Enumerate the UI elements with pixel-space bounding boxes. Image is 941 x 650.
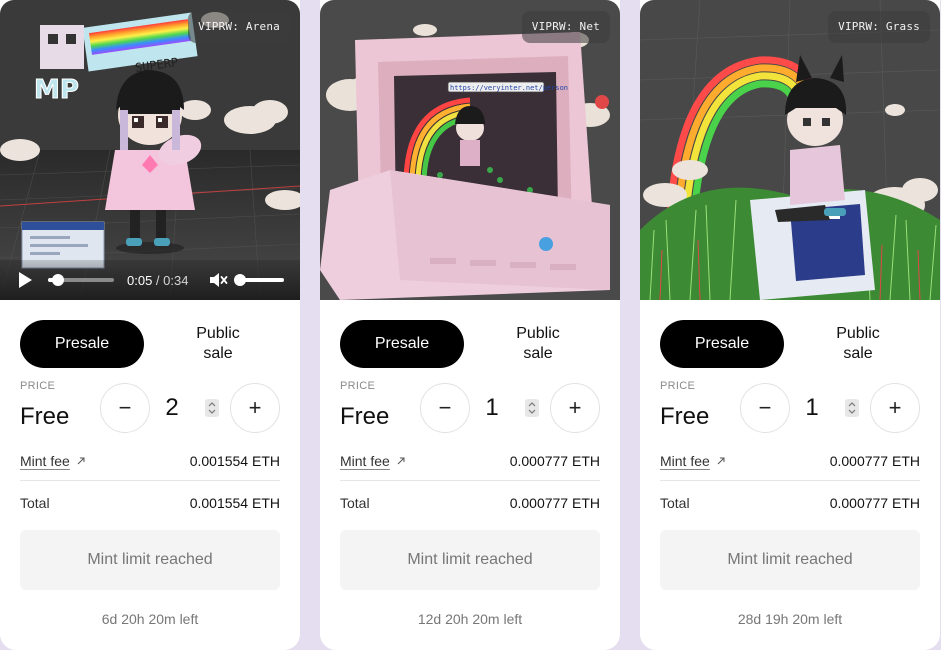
time-remaining: 6d 20h 20m left [101,611,199,627]
video-time: 0:05 / 0:34 [127,273,188,288]
video-duration: 0:34 [163,273,189,288]
scene-text-mp: MP [34,75,79,105]
sale-tabs: Presale Public sale [340,320,600,368]
arena-video-player[interactable]: SUPERP MP VIPRW: Arena 0:05 / 0:34 [0,0,300,300]
net-artwork-frame: https://veryinter.net/person VIPRW: Net [320,0,620,300]
play-icon[interactable] [16,271,34,289]
total-label: Total [660,495,690,511]
total-value: 0.000777 ETH [829,495,920,511]
mint-button[interactable]: Mint limit reached [660,530,920,590]
nft-card-net: https://veryinter.net/person VIPRW: Net … [320,0,620,650]
tab-public-sale-label: Public sale [196,325,240,362]
arena-artwork: SUPERP MP [0,0,300,300]
divider [660,480,920,481]
quantity-increase-button[interactable]: + [550,383,600,433]
net-artwork: https://veryinter.net/person [320,0,620,300]
sale-tabs: Presale Public sale [20,320,280,368]
external-link-arrow-icon [77,457,85,465]
mint-fee-value: 0.000777 ETH [829,453,920,469]
tab-presale[interactable]: Presale [660,320,784,368]
external-link-arrow-icon [397,457,405,465]
minus-icon: − [438,395,452,420]
volume-thumb[interactable] [234,274,246,286]
nft-card-grass: VIPRW: Grass Presale Public sale PRICE F… [640,0,940,650]
mint-fee-value: 0.000777 ETH [509,453,600,469]
price-label: PRICE [20,380,56,392]
external-link-arrow-icon [717,457,725,465]
plus-icon: + [888,395,902,420]
scene-url-text: https://veryinter.net/person [450,84,568,92]
quantity-input[interactable] [795,392,835,424]
total-value: 0.000777 ETH [509,495,600,511]
mint-fee-link[interactable]: Mint fee [340,453,390,469]
scene-badge: VIPRW: Net [521,11,610,43]
plus-icon: + [568,395,582,420]
price-value: Free [340,403,390,430]
tab-presale[interactable]: Presale [20,320,144,368]
price-value: Free [20,403,70,430]
grass-artwork-frame: VIPRW: Grass [640,0,940,300]
quantity-decrease-button[interactable]: − [100,383,150,433]
video-seek-bar[interactable] [48,274,114,286]
video-time-separator: / [152,273,164,288]
tab-public-sale[interactable]: Public sale [476,320,600,368]
price-label: PRICE [660,380,696,392]
divider [20,480,280,481]
quantity-input[interactable] [155,392,195,424]
tab-public-sale[interactable]: Public sale [796,320,920,368]
tab-public-sale[interactable]: Public sale [156,320,280,368]
mint-button[interactable]: Mint limit reached [340,530,600,590]
mint-button[interactable]: Mint limit reached [20,530,280,590]
quantity-increase-button[interactable]: + [230,383,280,433]
video-current-time: 0:05 [127,273,153,288]
grass-artwork [640,0,940,300]
quantity-decrease-button[interactable]: − [420,383,470,433]
spinner-arrows-icon[interactable] [845,399,859,417]
total-label: Total [340,495,370,511]
scene-badge: VIPRW: Arena [188,11,290,43]
total-label: Total [20,495,50,511]
quantity-increase-button[interactable]: + [870,383,920,433]
volume-slider[interactable] [234,274,284,286]
mint-fee-link[interactable]: Mint fee [20,453,70,469]
quantity-decrease-button[interactable]: − [740,383,790,433]
video-seek-thumb[interactable] [51,274,64,286]
price-value: Free [660,403,710,430]
mint-fee-value: 0.001554 ETH [189,453,280,469]
tab-public-sale-label: Public sale [516,325,560,362]
muted-speaker-icon[interactable] [208,270,228,290]
spinner-arrows-icon[interactable] [205,399,219,417]
mint-fee-link[interactable]: Mint fee [660,453,710,469]
video-controls: 0:05 / 0:34 [0,260,300,300]
minus-icon: − [758,395,772,420]
quantity-input[interactable] [475,392,515,424]
divider [340,480,600,481]
sale-tabs: Presale Public sale [660,320,920,368]
price-label: PRICE [340,380,376,392]
tab-public-sale-label: Public sale [836,325,880,362]
tab-presale[interactable]: Presale [340,320,464,368]
minus-icon: − [118,395,132,420]
scene-badge: VIPRW: Grass [828,11,930,43]
plus-icon: + [248,395,262,420]
total-value: 0.001554 ETH [189,495,280,511]
time-remaining: 12d 20h 20m left [417,611,523,627]
spinner-arrows-icon[interactable] [525,399,539,417]
nft-card-arena: SUPERP MP VIPRW: Arena 0:05 / 0:34 Presa… [0,0,300,650]
time-remaining: 28d 19h 20m left [737,611,843,627]
